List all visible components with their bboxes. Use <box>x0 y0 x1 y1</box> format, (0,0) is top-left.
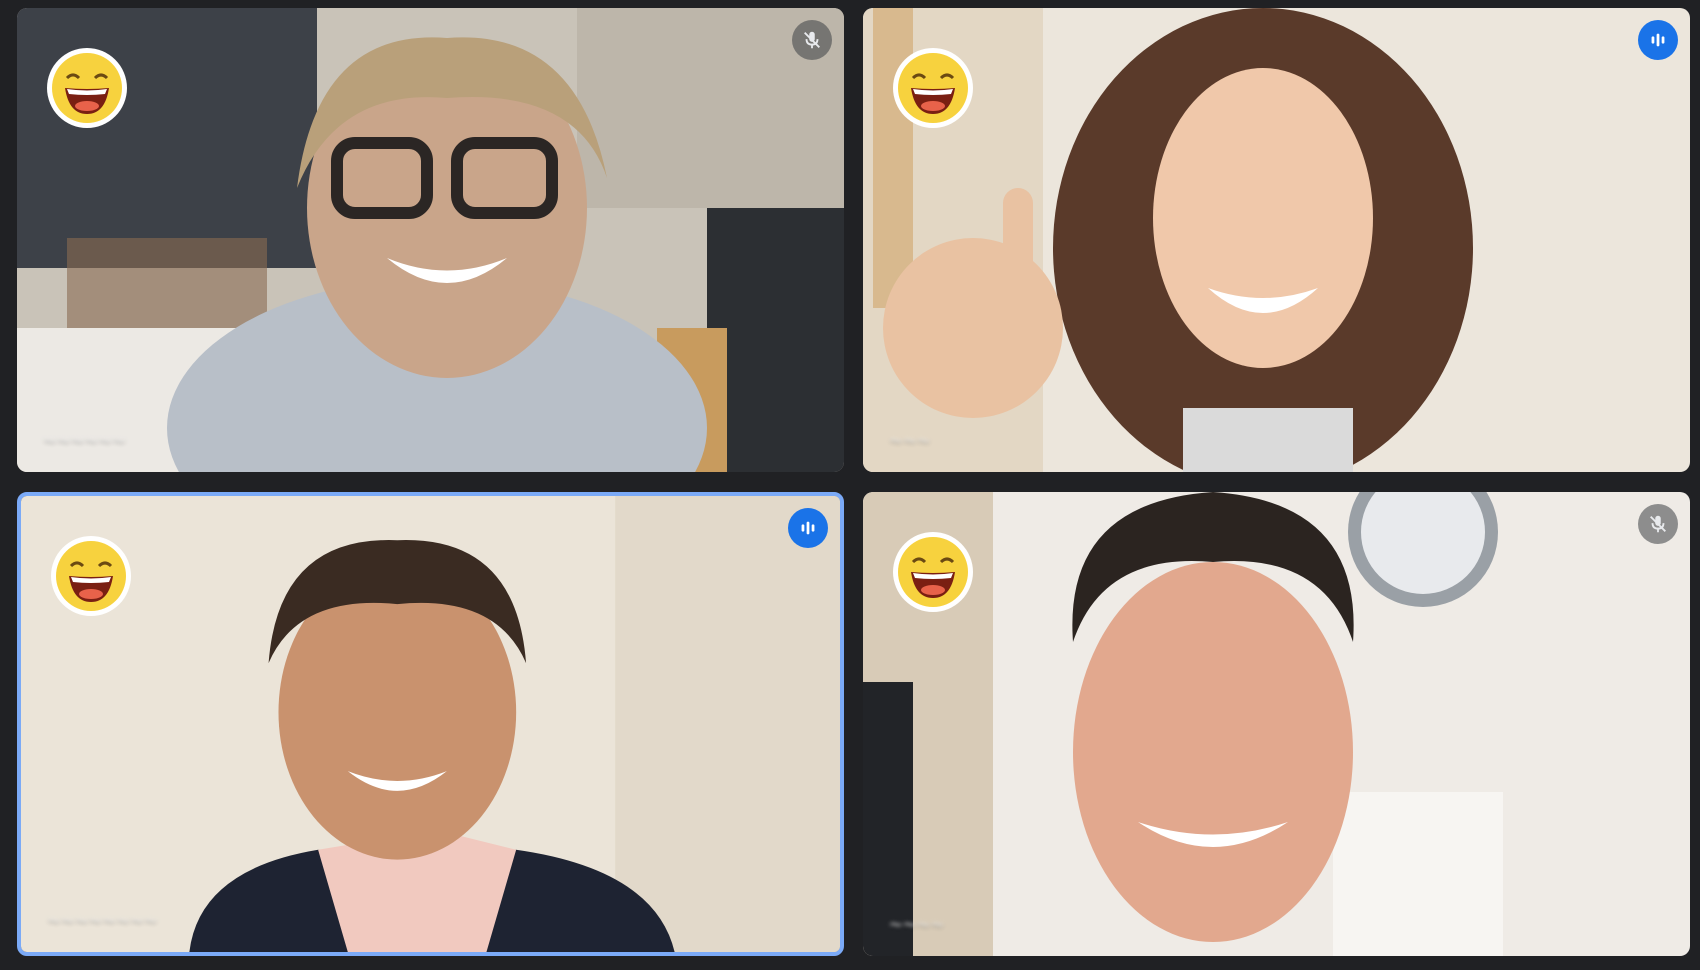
participant-video-2 <box>863 8 1690 472</box>
participant-tile-2[interactable]: ~~~ <box>863 8 1690 472</box>
mic-muted-icon[interactable] <box>1638 504 1678 544</box>
laughing-emoji-icon <box>891 530 975 614</box>
laughing-emoji-icon <box>49 534 133 618</box>
audio-level-icon[interactable] <box>1638 20 1678 60</box>
participant-name: ~~~~~~~~ <box>47 908 158 933</box>
laughing-emoji-icon <box>45 46 129 130</box>
participant-video-4 <box>863 492 1690 956</box>
laughing-emoji-icon <box>891 46 975 130</box>
participant-name: ~~~~ <box>889 912 945 937</box>
participant-video-3 <box>21 496 840 952</box>
participant-tile-3[interactable]: ~~~~~~~~ <box>17 492 844 956</box>
participant-name: ~~~ <box>889 428 931 453</box>
participant-tile-4[interactable]: ~~~~ <box>863 492 1690 956</box>
video-grid: ~~~~~~ ~~~ ~~~~~~~~ ~~~~ <box>0 0 1700 970</box>
participant-video-1 <box>17 8 844 472</box>
mic-muted-icon[interactable] <box>792 20 832 60</box>
audio-level-icon[interactable] <box>788 508 828 548</box>
participant-tile-1[interactable]: ~~~~~~ <box>17 8 844 472</box>
participant-name: ~~~~~~ <box>43 428 127 453</box>
